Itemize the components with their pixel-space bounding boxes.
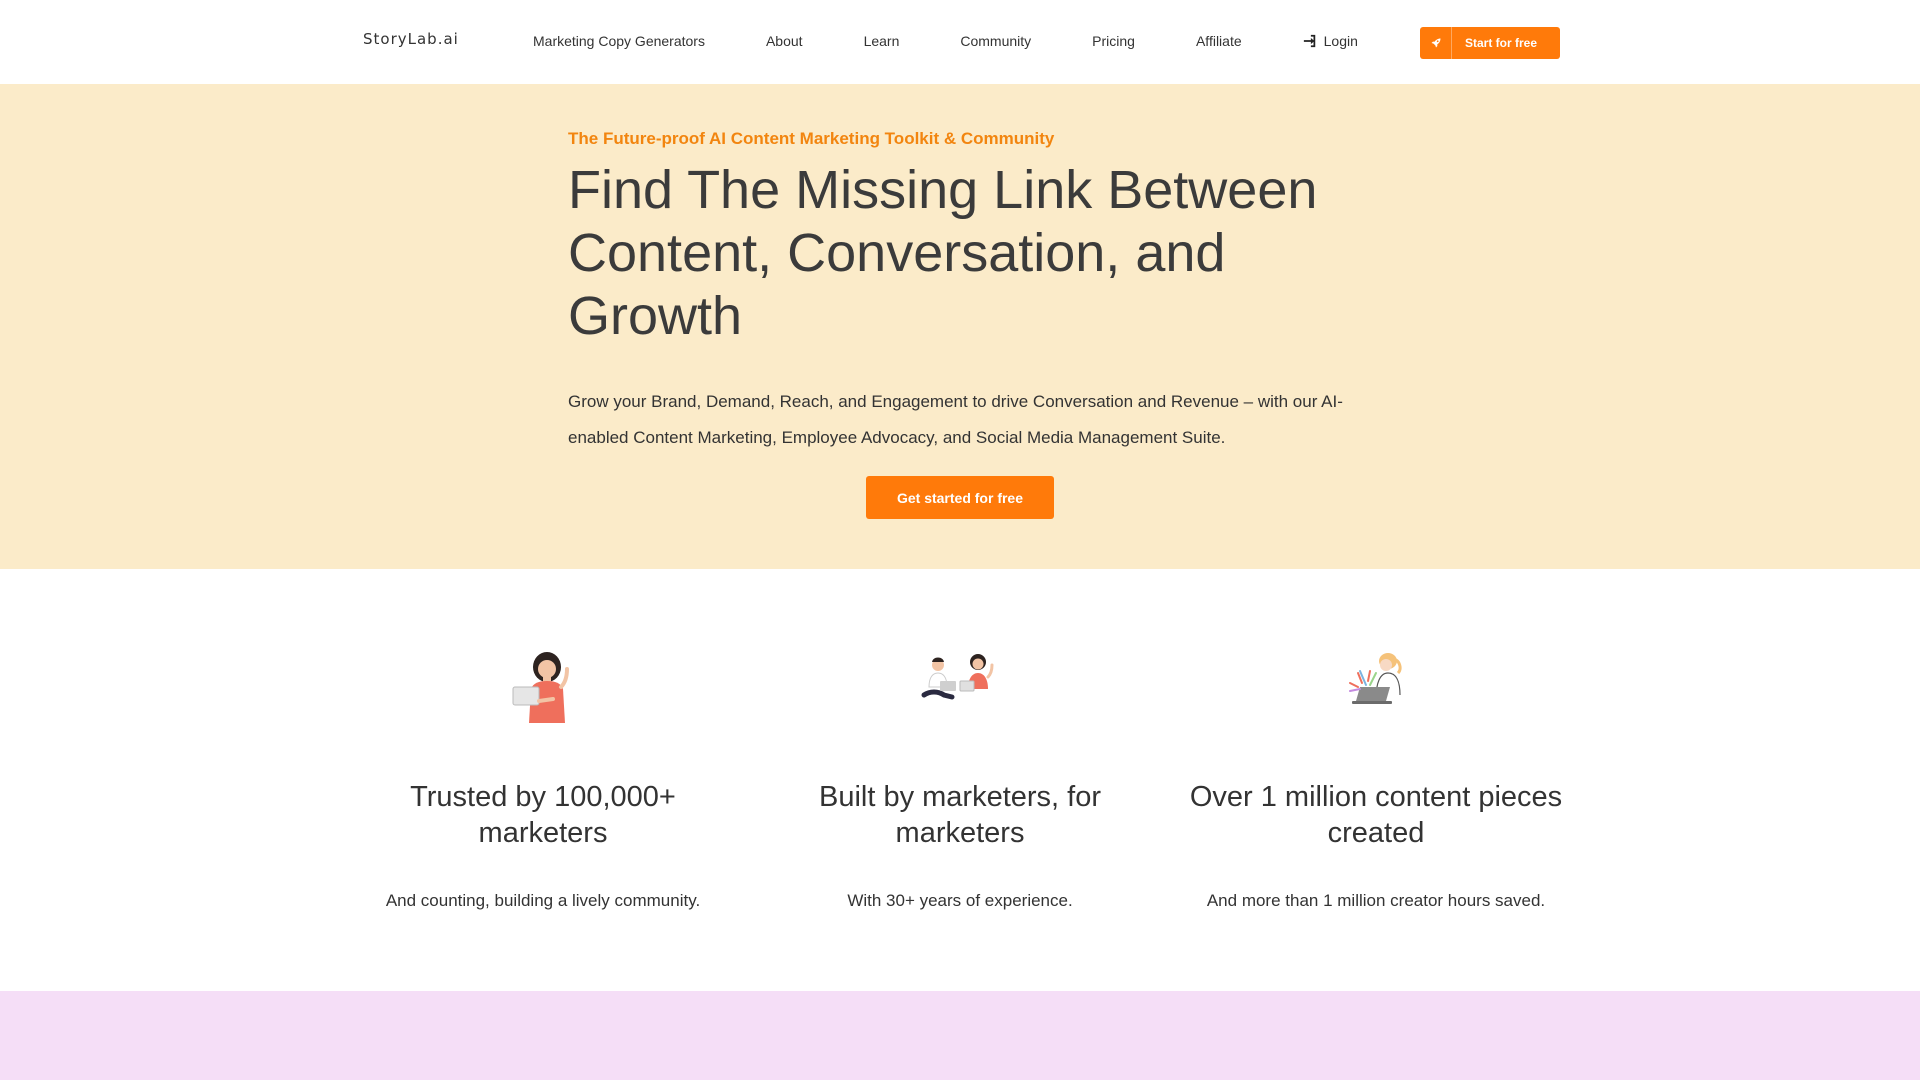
two-people-with-laptops-illustration bbox=[921, 654, 994, 700]
nav-link-community[interactable]: Community bbox=[960, 33, 1031, 49]
top-navigation: StoryLab.ai Marketing Copy Generators Ab… bbox=[0, 0, 1920, 84]
nav-link-marketing-copy-generators[interactable]: Marketing Copy Generators bbox=[533, 33, 705, 49]
feature-title: Over 1 million content pieces created bbox=[1189, 781, 1563, 849]
features-section: Trusted by 100,000+ marketers And counti… bbox=[0, 569, 1920, 991]
feature-title: Trusted by 100,000+ marketers bbox=[410, 781, 676, 849]
nav-link-learn[interactable]: Learn bbox=[864, 33, 900, 49]
woman-with-laptop-illustration bbox=[512, 652, 569, 723]
get-started-button[interactable]: Get started for free bbox=[866, 476, 1054, 519]
login-link[interactable]: Login bbox=[1303, 33, 1358, 49]
feature-title: Built by marketers, for marketers bbox=[818, 781, 1102, 849]
hero-headline: Find The Missing Link Between Content, C… bbox=[568, 160, 1318, 346]
start-for-free-button[interactable]: Start for free bbox=[1420, 27, 1560, 59]
logo[interactable]: StoryLab.ai bbox=[363, 30, 459, 48]
nav-link-about[interactable]: About bbox=[766, 33, 803, 49]
hero-section: The Future-proof AI Content Marketing To… bbox=[0, 84, 1920, 569]
start-for-free-label: Start for free bbox=[1465, 36, 1538, 50]
nav-links: Marketing Copy Generators About Learn Co… bbox=[533, 33, 1358, 49]
nav-link-pricing[interactable]: Pricing bbox=[1092, 33, 1135, 49]
next-section-band bbox=[0, 991, 1920, 1080]
feature-description: With 30+ years of experience. bbox=[847, 891, 1073, 910]
nav-link-affiliate[interactable]: Affiliate bbox=[1196, 33, 1242, 49]
hero-subtext: Grow your Brand, Demand, Reach, and Enga… bbox=[568, 392, 1343, 447]
sign-in-icon bbox=[1303, 34, 1315, 48]
feature-description: And more than 1 million creator hours sa… bbox=[1206, 891, 1546, 910]
feature-description: And counting, building a lively communit… bbox=[385, 891, 701, 910]
creator-at-laptop-illustration bbox=[1349, 653, 1402, 704]
rocket-icon bbox=[1420, 27, 1452, 59]
login-label: Login bbox=[1323, 33, 1358, 49]
hero-eyebrow: The Future-proof AI Content Marketing To… bbox=[568, 129, 1055, 148]
